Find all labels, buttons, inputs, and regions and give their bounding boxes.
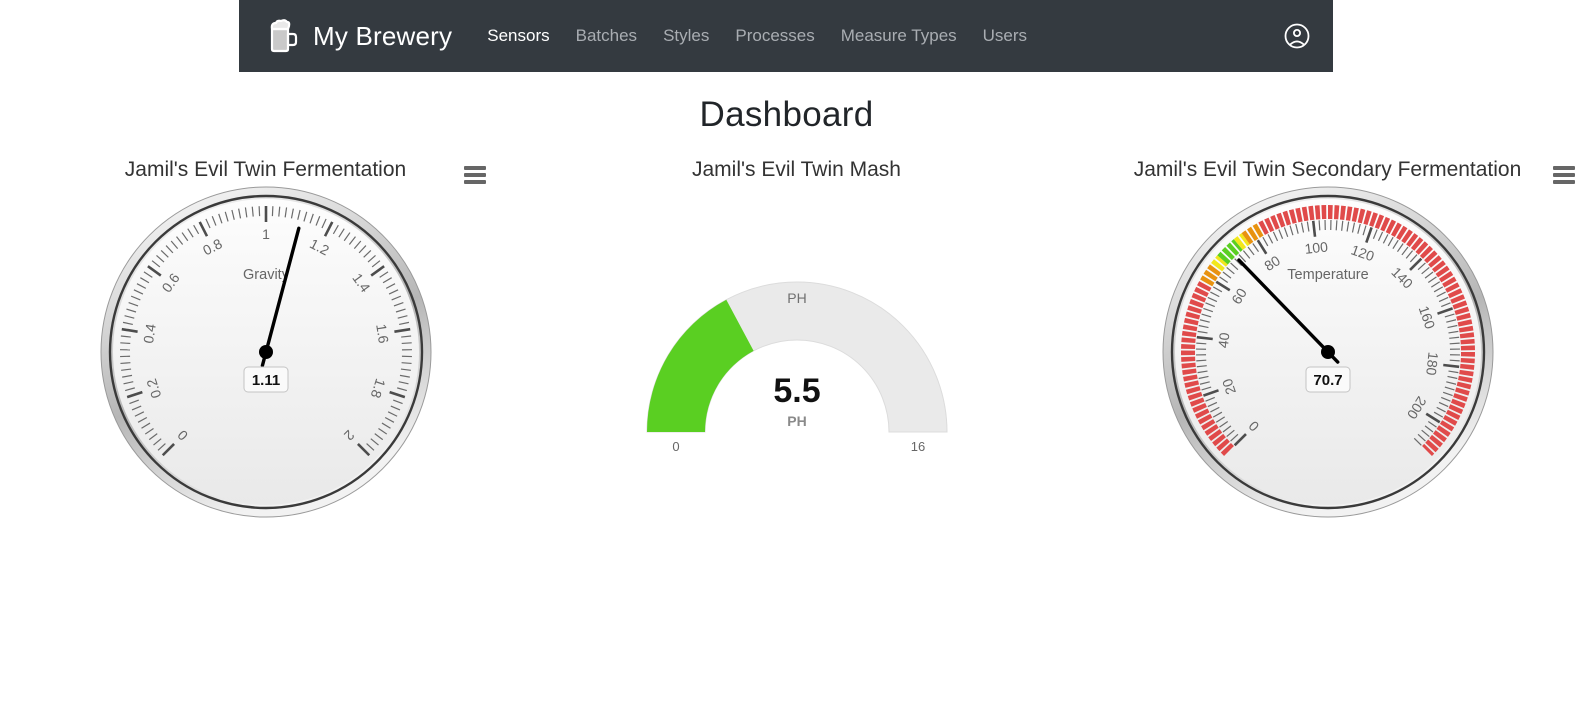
svg-text:16: 16 [910,439,924,454]
svg-text:100: 100 [1303,238,1328,257]
brand-label: My Brewery [313,20,453,51]
svg-text:40: 40 [1214,331,1232,348]
page-title-text: Dashboard [699,95,874,135]
gauge-svg-temperature: 020406080100 120140160180200Temperature70… [1162,186,1493,518]
hamburger-bar [1553,166,1575,170]
dashboard-gauge-row: Jamil's Evil Twin Fermentation 0 0.2 0.4 0.… [0,140,1593,540]
gauge-card-temperature: Jamil's Evil Twin Secondary Fermentation… [1062,140,1593,540]
main-navbar: My Brewery Sensors Batches Styles Proces… [239,0,1333,72]
hamburger-bar [464,173,486,177]
hamburger-bar [1553,173,1575,177]
svg-text:PH: PH [787,413,806,429]
svg-text:Temperature: Temperature [1287,267,1368,283]
svg-text:5.5: 5.5 [773,372,820,410]
primary-nav: Sensors Batches Styles Processes Measure… [474,26,1040,46]
svg-text:PH: PH [787,290,806,306]
svg-text:Gravity: Gravity [243,267,290,283]
svg-text:0.4: 0.4 [140,322,159,344]
nav-link-processes[interactable]: Processes [722,26,827,46]
user-account-button[interactable] [1283,22,1311,50]
gauge-canvas-gravity: 0 0.2 0.4 0.6 0.8 1 1.2 1.4 1.6 1.8 2 Gravity 1.11 [0,182,531,540]
svg-text:1.11: 1.11 [251,372,279,389]
gauge-card-gravity: Jamil's Evil Twin Fermentation 0 0.2 0.4 0.… [0,140,531,540]
gauge-title-temperature: Jamil's Evil Twin Secondary Fermentation [1133,158,1522,181]
gauge-card-ph: Jamil's Evil Twin Mash PH 5.5 PH 0 16 [531,140,1062,540]
nav-link-measure-types[interactable]: Measure Types [828,26,970,46]
user-circle-icon [1283,22,1311,50]
gauge-canvas-temperature: 0 20 40 60 80 100 120 140 160 180 200 Temperature 70… [1062,182,1593,540]
gauge-title-ph: Jamil's Evil Twin Mash [691,158,901,181]
svg-text:1.6: 1.6 [373,323,392,345]
svg-text:70.7: 70.7 [1313,372,1342,389]
svg-text:0: 0 [672,439,679,454]
gauge-canvas-ph: PH 5.5 PH 0 16 [531,182,1062,540]
nav-link-sensors[interactable]: Sensors [474,26,562,46]
nav-link-styles[interactable]: Styles [650,26,722,46]
page-title: Dashboard [0,95,1593,135]
gauge-svg-ph: PH 5.5 PH 0 16 [645,281,948,454]
hamburger-bar [464,166,486,170]
svg-text:180: 180 [1423,351,1442,376]
brand[interactable]: My Brewery [263,16,452,56]
gauge-svg-gravity: 00.20.40.60.811.21.41.61.82Gravity1.11 [100,186,431,518]
nav-link-batches[interactable]: Batches [563,26,650,46]
beer-mug-icon [263,16,303,56]
svg-text:1: 1 [262,226,270,242]
nav-link-users[interactable]: Users [970,26,1040,46]
gauge-title-gravity: Jamil's Evil Twin Fermentation [124,158,407,181]
